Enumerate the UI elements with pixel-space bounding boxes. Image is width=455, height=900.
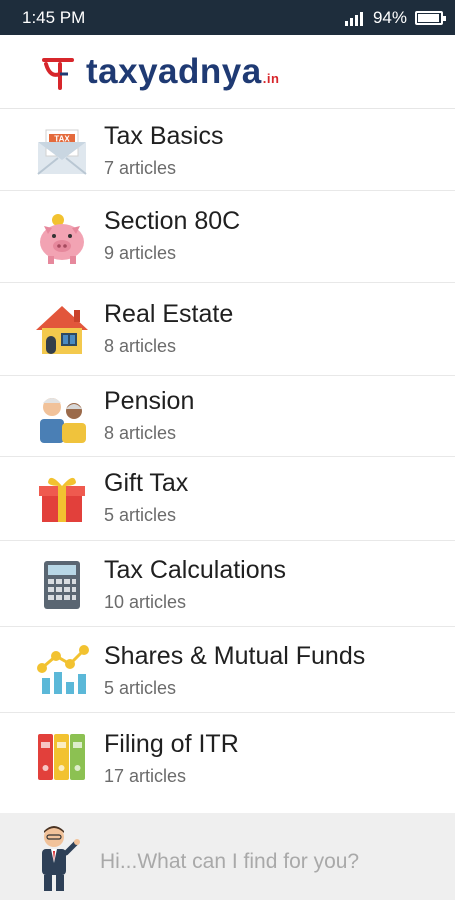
status-indicators: 94% [344,7,446,28]
app-header: taxyadnya.in [0,35,455,109]
signal-icon [344,10,367,26]
category-title: Section 80C [104,207,241,235]
category-title: Pension [104,387,195,415]
assistant-bar[interactable]: Hi...What can I find for you? [0,813,455,900]
category-row-shares-mutual-funds[interactable]: Shares & Mutual Funds 5 articles [0,627,455,713]
category-count: 8 articles [104,423,177,443]
category-count: 17 articles [104,766,187,786]
house-icon [33,301,91,359]
elderly-couple-icon [33,388,91,446]
logo-mark-icon [36,50,80,94]
tax-envelope-icon: TAX [33,123,91,181]
category-row-real-estate[interactable]: Real Estate 8 articles [0,283,455,376]
category-row-tax-calculations[interactable]: Tax Calculations 10 articles [0,541,455,627]
category-row-tax-basics[interactable]: TAX Tax Basics 7 articles [0,109,455,191]
category-count: 10 articles [104,592,187,612]
category-title: Real Estate [104,300,234,328]
category-count: 8 articles [104,336,177,356]
assistant-mascot-icon [34,823,80,893]
bar-chart-icon [33,641,91,699]
category-row-gift-tax[interactable]: Gift Tax 5 articles [0,457,455,541]
status-time: 1:45 PM [22,7,86,27]
battery-icon [415,10,446,25]
category-title: Shares & Mutual Funds [104,642,366,670]
category-count: 5 articles [104,505,177,525]
category-row-filing-of-itr[interactable]: Filing of ITR 17 articles [0,713,455,799]
logo-text: taxyadnya.in [86,52,279,92]
category-title: Filing of ITR [104,730,239,758]
category-count: 5 articles [104,678,177,698]
piggy-bank-icon [33,209,91,267]
category-title: Tax Calculations [104,556,287,584]
category-count: 9 articles [104,243,177,263]
logo-suffix: .in [262,70,280,86]
category-count: 7 articles [104,158,177,178]
logo-tax: tax [86,51,139,91]
gift-box-icon [33,469,91,527]
category-title: Tax Basics [104,122,224,150]
status-bar: 1:45 PM 94% [0,0,455,35]
binders-icon [33,727,91,785]
assistant-search-prompt[interactable]: Hi...What can I find for you? [100,850,359,874]
category-row-section-80c[interactable]: Section 80C 9 articles [0,191,455,283]
logo-yadnya: yadnya [138,51,262,91]
category-row-pension[interactable]: Pension 8 articles [0,376,455,457]
category-title: Gift Tax [104,469,189,497]
calculator-icon [33,556,91,614]
battery-percent: 94% [372,7,407,27]
